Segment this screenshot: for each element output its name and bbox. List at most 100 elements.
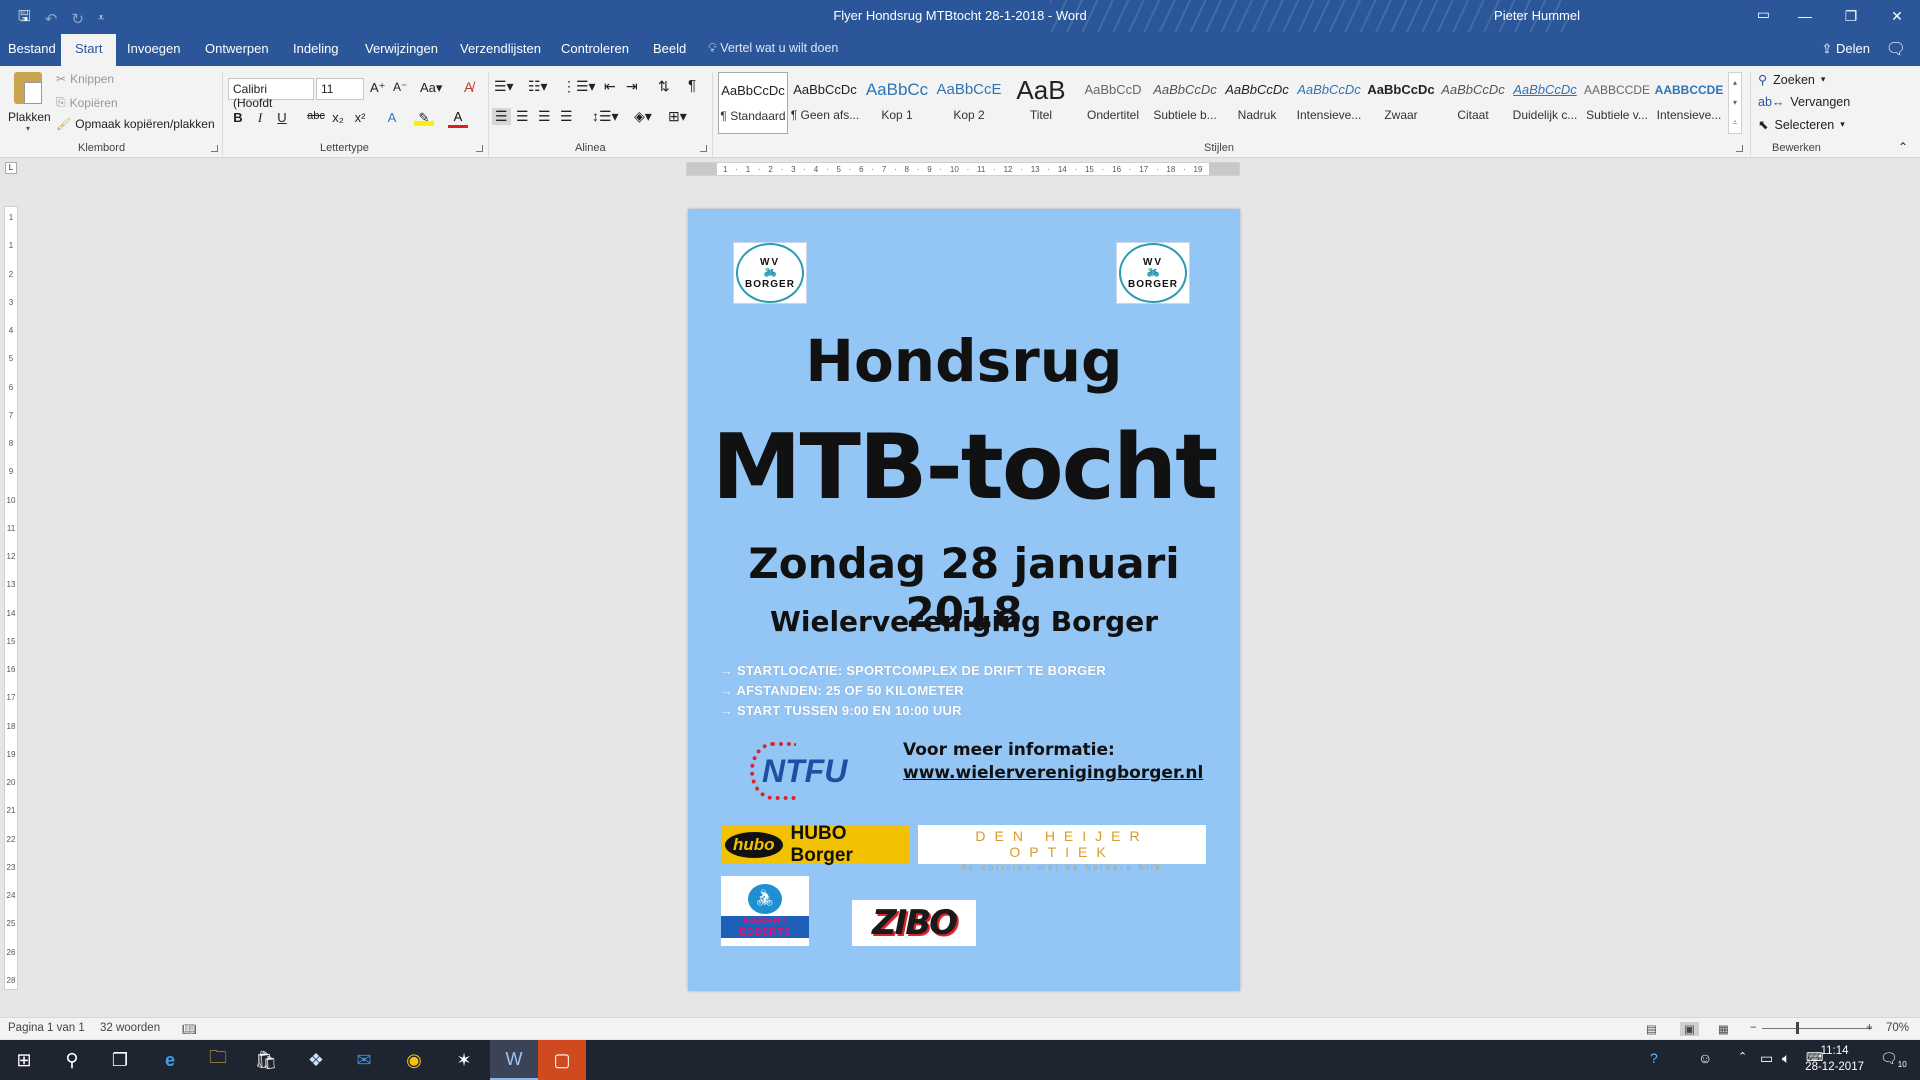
people-icon[interactable]: ☺ — [1698, 1050, 1712, 1066]
shading-icon[interactable]: ◈▾ — [634, 108, 652, 125]
paste-button[interactable]: Plakken ▾ — [8, 72, 51, 142]
style-standaard[interactable]: AaBbCcDc ¶ Standaard — [718, 72, 788, 134]
restore-button[interactable]: ❐ — [1828, 0, 1874, 32]
den-heijer-sponsor-logo[interactable]: DEN HEIJER OPTIEK de opticien met de hel… — [918, 825, 1206, 872]
dropbox-icon[interactable]: ❖ — [292, 1040, 340, 1080]
tab-invoegen[interactable]: Invoegen — [127, 41, 181, 56]
zibo-sponsor-logo[interactable]: ZIBO — [852, 900, 976, 946]
font-color-icon[interactable]: A — [448, 110, 468, 128]
minimize-button[interactable]: — — [1782, 0, 1828, 32]
subscript-button[interactable]: x₂ — [328, 110, 348, 125]
clear-formatting-icon[interactable]: A̸ — [464, 79, 473, 95]
chrome-icon[interactable]: ◉ — [390, 1040, 438, 1080]
clock[interactable]: 11:14 28-12-2017 — [1805, 1043, 1864, 1075]
zoom-in-button[interactable]: + — [1866, 1022, 1873, 1034]
style-zwaar[interactable]: AaBbCcDc Zwaar — [1366, 72, 1436, 134]
horizontal-ruler[interactable]: 1 · 1 · 2 · 3 · 4 · 5 · 6 · 7 · 8 · 9 · 10 · 11 · 12 · 13 · 14 · 15 · 16… — [686, 162, 1240, 176]
cut-button[interactable]: ✂ Knippen — [56, 72, 114, 86]
superscript-button[interactable]: x² — [350, 110, 370, 125]
document-page[interactable]: WV 🚲︎ BORGER WV 🚲︎ BORGER Hondsrug MTB-t… — [688, 209, 1240, 991]
web-layout-icon[interactable]: ▦ — [1718, 1022, 1729, 1036]
page-count[interactable]: Pagina 1 van 1 — [8, 1022, 85, 1034]
read-mode-icon[interactable]: ▤ — [1646, 1022, 1657, 1036]
zoom-slider[interactable] — [1762, 1028, 1872, 1029]
user-name[interactable]: Pieter Hummel — [1494, 8, 1580, 23]
increase-indent-icon[interactable]: ⇥ — [626, 78, 638, 95]
style-kop1[interactable]: AaBbCc Kop 1 — [862, 72, 932, 134]
word-count[interactable]: 32 woorden — [100, 1022, 160, 1034]
tab-beeld[interactable]: Beeld — [653, 41, 686, 56]
style-citaat[interactable]: AaBbCcDc Citaat — [1438, 72, 1508, 134]
style-nadruk[interactable]: AaBbCcDc Nadruk — [1222, 72, 1292, 134]
collapse-ribbon-icon[interactable]: ⌃ — [1898, 140, 1908, 154]
tell-me-search[interactable]: 💡︎ Vertel wat u wilt doen — [708, 41, 838, 56]
format-painter-button[interactable]: 🖌︎ Opmaak kopiëren/plakken — [56, 117, 215, 131]
align-left-icon[interactable]: ☰ — [492, 108, 511, 125]
line-spacing-icon[interactable]: ↕☰▾ — [592, 108, 619, 125]
action-center-icon[interactable]: 🗨︎10 — [1880, 1050, 1907, 1069]
proofing-icon[interactable]: 📖︎ — [182, 1022, 197, 1036]
clipboard-dialog-launcher[interactable] — [211, 145, 218, 152]
tab-indeling[interactable]: Indeling — [293, 41, 339, 56]
justify-icon[interactable]: ☰ — [560, 108, 573, 125]
align-center-icon[interactable]: ☰ — [516, 108, 529, 125]
style-titel[interactable]: AaB Titel — [1006, 72, 1076, 134]
zoom-level[interactable]: 70% — [1886, 1022, 1909, 1034]
paragraph-dialog-launcher[interactable] — [700, 145, 707, 152]
styles-gallery-scroll[interactable]: ▴ ▾ ⩡ — [1728, 72, 1742, 134]
tab-controleren[interactable]: Controleren — [561, 41, 629, 56]
numbering-icon[interactable]: ☷▾ — [528, 78, 548, 95]
bullets-icon[interactable]: ☰▾ — [494, 78, 514, 95]
underline-button[interactable]: U — [272, 110, 292, 125]
ribbon-display-options-icon[interactable]: ▭ — [1757, 6, 1770, 23]
wv-borger-logo-right[interactable]: WV 🚲︎ BORGER — [1116, 242, 1190, 304]
zoom-out-button[interactable]: − — [1750, 1022, 1757, 1034]
tab-ontwerpen[interactable]: Ontwerpen — [205, 41, 269, 56]
tab-verzendlijsten[interactable]: Verzendlijsten — [460, 41, 541, 56]
print-layout-icon[interactable]: ▣ — [1680, 1022, 1699, 1036]
tab-verwijzingen[interactable]: Verwijzingen — [365, 41, 438, 56]
align-right-icon[interactable]: ☰ — [538, 108, 551, 125]
store-icon[interactable]: 🛍︎ — [242, 1040, 290, 1080]
tab-bestand[interactable]: Bestand — [8, 41, 56, 56]
style-intensieve-verwijzing[interactable]: AABBCCDE Intensieve... — [1654, 72, 1724, 134]
find-button[interactable]: ⚲ Zoeken ▾ — [1758, 72, 1825, 88]
highlight-icon[interactable]: ✎ — [414, 110, 434, 126]
outlook-icon[interactable]: ✉ — [340, 1040, 388, 1080]
volume-icon[interactable]: 🔈︎ — [1782, 1050, 1790, 1067]
office-icon[interactable]: ▢ — [538, 1040, 586, 1080]
comments-icon[interactable]: 🗨︎ — [1886, 39, 1906, 59]
vertical-ruler[interactable]: 1 1 2 3 4 5 6 7 8 9 10 11 12 13 14 15 16 17 18 19 20 21 22 23 24… — [4, 206, 18, 990]
styles-dialog-launcher[interactable] — [1736, 145, 1743, 152]
style-kop2[interactable]: AaBbCcE Kop 2 — [934, 72, 1004, 134]
select-button[interactable]: ⬉ Selecteren ▾ — [1758, 117, 1845, 133]
show-hidden-icons-icon[interactable]: ⌃ — [1738, 1050, 1747, 1063]
app-icon[interactable]: ✶ — [440, 1040, 488, 1080]
tab-selector[interactable]: L — [5, 162, 17, 174]
change-case-icon[interactable]: Aa▾ — [420, 80, 442, 96]
ntfu-logo[interactable]: NTFU — [750, 739, 860, 803]
file-explorer-icon[interactable]: 🗀︎ — [194, 1040, 242, 1080]
wv-borger-logo-left[interactable]: WV 🚲︎ BORGER — [733, 242, 807, 304]
font-name-dropdown[interactable]: Calibri (Hoofdt — [228, 78, 314, 110]
task-view-icon[interactable]: ❐ — [96, 1040, 144, 1080]
style-duidelijk-citaat[interactable]: AaBbCcDc Duidelijk c... — [1510, 72, 1580, 134]
italic-button[interactable]: I — [250, 110, 270, 126]
network-icon[interactable]: ▭ — [1760, 1050, 1773, 1067]
info-url-link[interactable]: www.wielerverenigingborger.nl — [903, 762, 1203, 785]
help-icon[interactable]: ? — [1650, 1050, 1658, 1066]
zoom-slider-thumb[interactable] — [1796, 1022, 1799, 1034]
bold-button[interactable]: B — [228, 110, 248, 125]
style-intensieve-nadruk[interactable]: AaBbCcDc Intensieve... — [1294, 72, 1364, 134]
text-effects-icon[interactable]: A — [382, 110, 402, 125]
style-subtiele-verwijzing[interactable]: AABBCCDE Subtiele v... — [1582, 72, 1652, 134]
decrease-indent-icon[interactable]: ⇤ — [604, 78, 616, 95]
borders-icon[interactable]: ⊞▾ — [668, 108, 687, 125]
sort-icon[interactable]: ⇅ — [658, 78, 670, 95]
edge-icon[interactable]: e — [146, 1040, 194, 1080]
style-geen-afstand[interactable]: AaBbCcDc ¶ Geen afs... — [790, 72, 860, 134]
egbert-egberts-sponsor-logo[interactable]: 🚴︎ EGBERT EGBERTS — [721, 876, 809, 946]
font-dialog-launcher[interactable] — [476, 145, 483, 152]
hubo-sponsor-logo[interactable]: hubo HUBO Borger — [721, 823, 909, 866]
style-ondertitel[interactable]: AaBbCcD Ondertitel — [1078, 72, 1148, 134]
